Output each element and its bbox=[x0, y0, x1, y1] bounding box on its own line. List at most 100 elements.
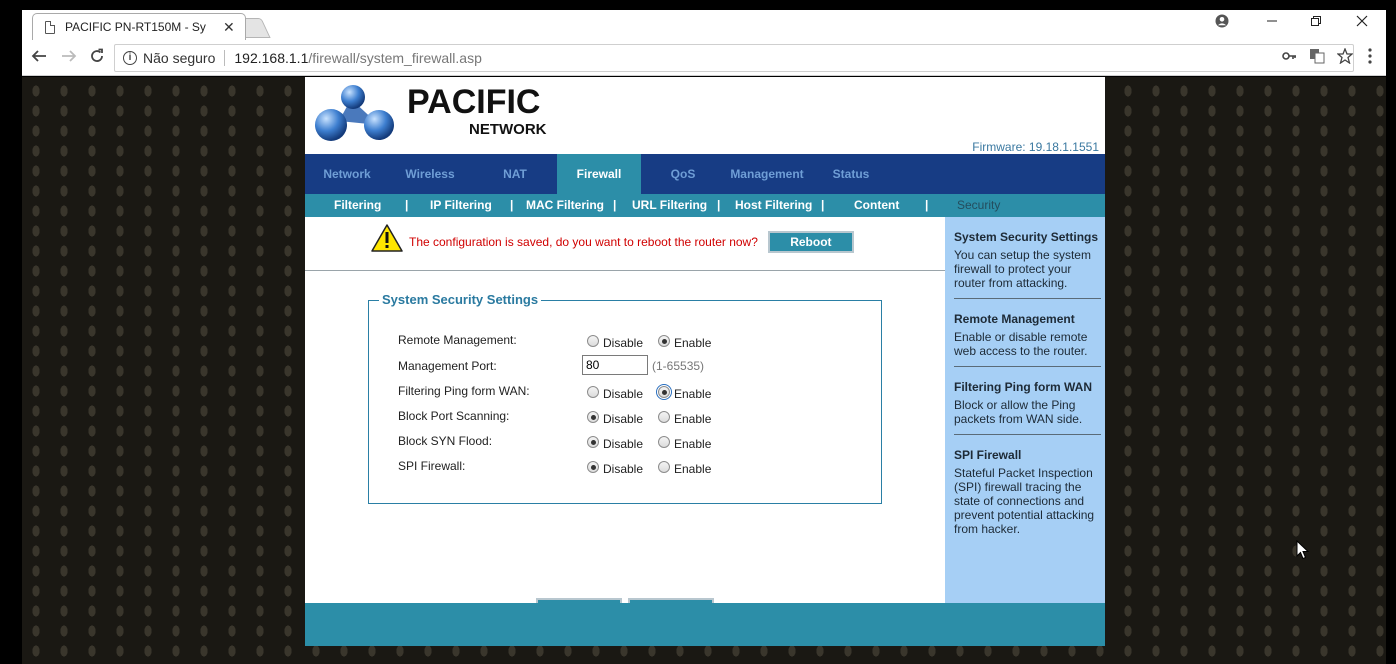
minimize-icon[interactable] bbox=[1262, 14, 1282, 31]
address-bar-actions bbox=[1281, 47, 1354, 68]
block-syn-flood-enable-label: Enable bbox=[674, 437, 712, 451]
spi-firewall-label: SPI Firewall: bbox=[398, 459, 466, 473]
security-settings-legend: System Security Settings bbox=[379, 292, 542, 307]
subtab-mac-filtering[interactable]: MAC Filtering bbox=[526, 194, 604, 217]
help-section: SPI Firewall Stateful Packet Inspection … bbox=[954, 435, 1101, 544]
tab-firewall[interactable]: Firewall bbox=[557, 154, 641, 194]
management-port-label: Management Port: bbox=[398, 359, 497, 373]
management-port-hint: (1-65535) bbox=[652, 359, 705, 373]
back-arrow-icon[interactable] bbox=[28, 48, 50, 68]
filtering-ping-enable-label: Enable bbox=[674, 387, 712, 401]
help-body: Block or allow the Ping packets from WAN… bbox=[954, 398, 1083, 426]
filtering-ping-label: Filtering Ping form WAN: bbox=[398, 384, 530, 398]
block-syn-flood-disable-label: Disable bbox=[603, 437, 644, 451]
browser-tab[interactable]: PACIFIC PN-RT150M - Sy ✕ bbox=[32, 13, 246, 40]
subtab-content[interactable]: Content bbox=[854, 194, 899, 217]
subtab-filtering[interactable]: Filtering bbox=[334, 194, 381, 217]
svg-text:PACIFIC: PACIFIC bbox=[407, 83, 540, 121]
tab-title: PACIFIC PN-RT150M - Sy bbox=[65, 20, 206, 34]
close-tab-icon[interactable]: ✕ bbox=[223, 19, 235, 36]
translate-icon[interactable] bbox=[1309, 48, 1325, 68]
address-separator bbox=[224, 50, 226, 66]
main-nav: Network Wireless NAT Firewall QoS Manage… bbox=[305, 154, 1105, 194]
help-panel: System Security Settings You can setup t… bbox=[945, 217, 1105, 603]
restore-icon[interactable] bbox=[1306, 14, 1326, 31]
subtab-url-filtering[interactable]: URL Filtering bbox=[632, 194, 707, 217]
forward-arrow-icon[interactable] bbox=[58, 48, 80, 68]
subtab-ip-filtering[interactable]: IP Filtering bbox=[430, 194, 492, 217]
remote-management-enable-label: Enable bbox=[674, 336, 712, 350]
remote-management-label: Remote Management: bbox=[398, 333, 517, 347]
security-settings-group: System Security Settings Remote Manageme… bbox=[368, 292, 882, 504]
tab-qos[interactable]: QoS bbox=[655, 154, 711, 194]
block-port-scanning-disable-label: Disable bbox=[603, 412, 644, 426]
help-title: System Security Settings bbox=[954, 230, 1099, 244]
subnav-separator: | bbox=[821, 198, 825, 212]
subtab-host-filtering[interactable]: Host Filtering bbox=[735, 194, 812, 217]
subnav-separator: | bbox=[405, 198, 409, 212]
help-section: Filtering Ping form WAN Block or allow t… bbox=[954, 367, 1101, 435]
mouse-cursor-icon bbox=[1296, 540, 1310, 560]
block-port-scanning-enable-radio[interactable] bbox=[658, 411, 670, 423]
bookmark-star-icon[interactable] bbox=[1336, 47, 1354, 68]
content-area: The configuration is saved, do you want … bbox=[305, 217, 945, 620]
divider bbox=[305, 270, 945, 271]
subnav-separator: | bbox=[510, 198, 514, 212]
svg-text:NETWORK: NETWORK bbox=[469, 121, 547, 138]
block-port-scanning-disable-radio[interactable] bbox=[587, 411, 599, 423]
key-icon[interactable] bbox=[1281, 48, 1297, 68]
firmware-version: Firmware: 19.18.1.1551 bbox=[972, 140, 1099, 154]
browser-tab-bar: PACIFIC PN-RT150M - Sy ✕ bbox=[22, 10, 1386, 40]
remote-management-disable-label: Disable bbox=[603, 336, 644, 350]
subnav-separator: | bbox=[717, 198, 721, 212]
reboot-notice: The configuration is saved, do you want … bbox=[371, 223, 854, 253]
tab-status[interactable]: Status bbox=[821, 154, 881, 194]
spi-firewall-enable-radio[interactable] bbox=[658, 461, 670, 473]
filtering-ping-disable-label: Disable bbox=[603, 387, 644, 401]
remote-management-enable-radio[interactable] bbox=[658, 335, 670, 347]
tab-network[interactable]: Network bbox=[311, 154, 383, 194]
filtering-ping-disable-radio[interactable] bbox=[587, 386, 599, 398]
block-port-scanning-label: Block Port Scanning: bbox=[398, 409, 510, 423]
block-port-scanning-enable-label: Enable bbox=[674, 412, 712, 426]
help-title: Filtering Ping form WAN bbox=[954, 380, 1092, 394]
page-footer bbox=[305, 603, 1105, 646]
profile-icon[interactable] bbox=[1212, 14, 1232, 32]
info-icon[interactable]: i bbox=[123, 51, 137, 65]
filtering-ping-enable-radio[interactable] bbox=[656, 384, 672, 400]
remote-management-disable-radio[interactable] bbox=[587, 335, 599, 347]
url-host: 192.168.1.1 bbox=[234, 50, 309, 66]
management-port-input[interactable] bbox=[582, 355, 648, 375]
subnav-separator: | bbox=[613, 198, 617, 212]
reload-icon[interactable] bbox=[86, 48, 108, 68]
spi-firewall-disable-label: Disable bbox=[603, 462, 644, 476]
help-body: You can setup the system firewall to pro… bbox=[954, 248, 1091, 290]
page-icon bbox=[45, 20, 55, 34]
spi-firewall-disable-radio[interactable] bbox=[587, 461, 599, 473]
tab-nat[interactable]: NAT bbox=[485, 154, 545, 194]
help-body: Stateful Packet Inspection (SPI) firewal… bbox=[954, 466, 1095, 536]
block-syn-flood-label: Block SYN Flood: bbox=[398, 434, 493, 448]
browser-toolbar: i Não seguro 192.168.1.1 /firewall/syste… bbox=[22, 40, 1386, 76]
not-secure-label: Não seguro bbox=[143, 50, 216, 66]
reboot-notice-text: The configuration is saved, do you want … bbox=[409, 235, 758, 249]
help-section: Remote Management Enable or disable remo… bbox=[954, 299, 1101, 367]
help-section: System Security Settings You can setup t… bbox=[954, 217, 1101, 299]
help-body: Enable or disable remote web access to t… bbox=[954, 330, 1088, 358]
help-title: SPI Firewall bbox=[954, 448, 1022, 462]
close-window-icon[interactable] bbox=[1352, 14, 1372, 31]
block-syn-flood-enable-radio[interactable] bbox=[658, 436, 670, 448]
sub-nav: Filtering | IP Filtering | MAC Filtering… bbox=[305, 194, 1105, 217]
spi-firewall-enable-label: Enable bbox=[674, 462, 712, 476]
tab-wireless[interactable]: Wireless bbox=[395, 154, 465, 194]
url-path: /firewall/system_firewall.asp bbox=[308, 50, 482, 66]
reboot-button[interactable]: Reboot bbox=[767, 231, 854, 253]
help-title: Remote Management bbox=[954, 312, 1075, 326]
browser-menu-icon[interactable] bbox=[1368, 48, 1372, 69]
pacific-network-logo: PACIFIC NETWORK bbox=[309, 81, 569, 151]
subtab-security[interactable]: Security bbox=[957, 194, 1000, 217]
block-syn-flood-disable-radio[interactable] bbox=[587, 436, 599, 448]
warning-icon bbox=[371, 224, 403, 252]
address-bar[interactable]: i Não seguro 192.168.1.1 /firewall/syste… bbox=[114, 44, 1354, 72]
tab-management[interactable]: Management bbox=[723, 154, 811, 194]
